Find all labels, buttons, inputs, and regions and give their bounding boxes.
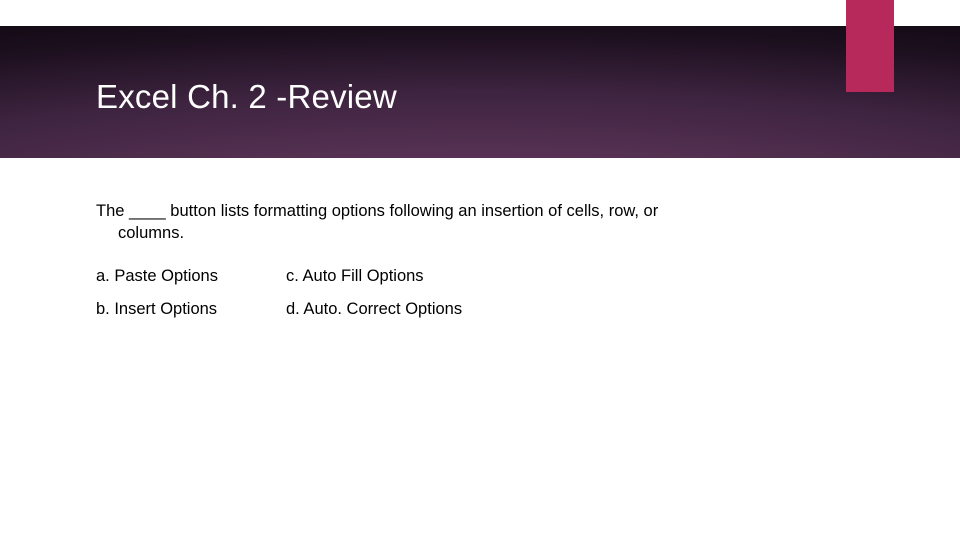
question-line-2: columns. [96,222,876,244]
options-grid: a. Paste Options c. Auto Fill Options b.… [96,267,876,319]
accent-tab [846,0,894,92]
option-d: d. Auto. Correct Options [286,300,876,319]
slide: Excel Ch. 2 -Review The ____ button list… [0,0,960,540]
question-line-1: The ____ button lists formatting options… [96,202,658,220]
question-text: The ____ button lists formatting options… [96,200,876,245]
slide-body: The ____ button lists formatting options… [96,200,876,319]
option-a: a. Paste Options [96,267,276,286]
option-b: b. Insert Options [96,300,276,319]
option-c: c. Auto Fill Options [286,267,876,286]
slide-title: Excel Ch. 2 -Review [96,78,397,116]
